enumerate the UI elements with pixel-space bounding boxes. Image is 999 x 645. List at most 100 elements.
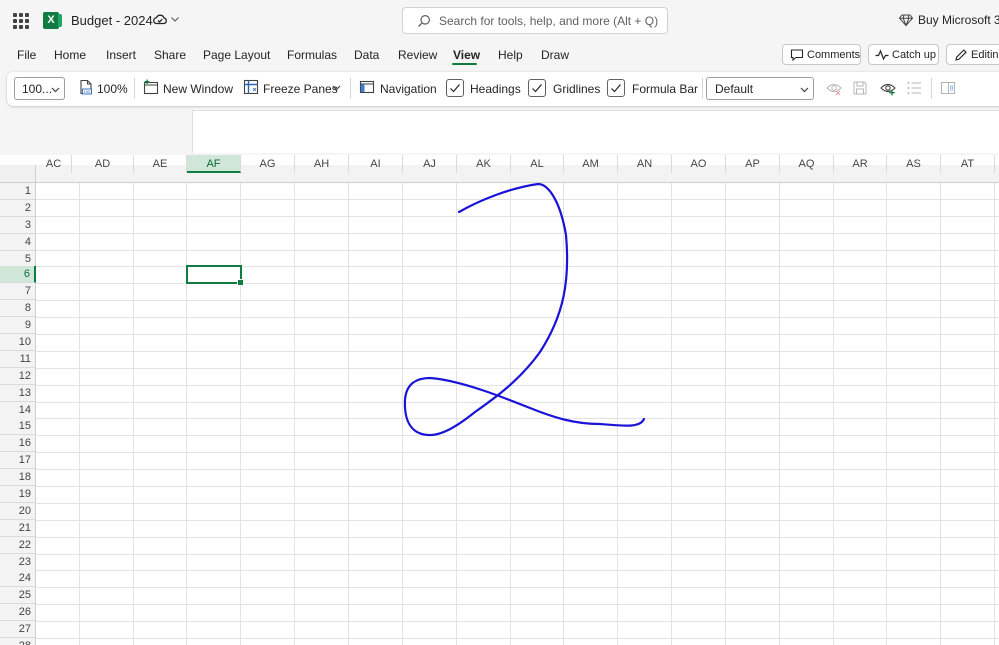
formula-bar-checkbox[interactable] xyxy=(607,79,625,97)
row-header[interactable]: 19 xyxy=(0,486,36,503)
active-tab-indicator xyxy=(452,63,477,65)
row-header[interactable]: 15 xyxy=(0,418,36,435)
autosave-status-icon[interactable] xyxy=(152,12,168,28)
column-header[interactable]: AH xyxy=(295,155,349,173)
catch-up-label: Catch up xyxy=(892,49,937,61)
new-sheet-view-icon[interactable] xyxy=(880,80,896,96)
row-header[interactable]: 20 xyxy=(0,503,36,520)
row-header[interactable]: 21 xyxy=(0,520,36,537)
gridline xyxy=(36,469,999,470)
column-header-selected[interactable]: AF xyxy=(187,155,241,173)
column-header[interactable]: AD xyxy=(72,155,134,173)
comments-button[interactable]: Comments xyxy=(782,44,861,65)
search-box[interactable] xyxy=(402,7,668,34)
column-header[interactable]: AG xyxy=(241,155,295,173)
save-view-icon[interactable] xyxy=(852,80,868,96)
sheet-view-dropdown[interactable]: Default xyxy=(706,77,814,100)
gridline xyxy=(79,183,80,645)
headings-checkbox[interactable] xyxy=(446,79,464,97)
tab-insert[interactable]: Insert xyxy=(106,48,136,62)
ribbon-separator xyxy=(931,78,932,99)
row-header[interactable]: 11 xyxy=(0,351,36,368)
row-header[interactable]: 17 xyxy=(0,452,36,469)
editing-mode-button[interactable]: Editing xyxy=(946,44,999,65)
tab-formulas[interactable]: Formulas xyxy=(287,48,337,62)
freeze-panes-button[interactable]: Freeze Panes xyxy=(263,82,338,96)
gridlines-label[interactable]: Gridlines xyxy=(553,82,600,96)
formula-input-area[interactable] xyxy=(192,110,999,153)
row-header[interactable]: 7 xyxy=(0,283,36,300)
row-header[interactable]: 16 xyxy=(0,435,36,452)
immersive-reader-icon[interactable] xyxy=(940,80,956,96)
row-header-selected[interactable]: 6 xyxy=(0,266,36,283)
column-header[interactable]: AR xyxy=(834,155,887,173)
navigation-button[interactable]: Navigation xyxy=(380,82,437,96)
tab-view[interactable]: View xyxy=(453,48,480,62)
column-header[interactable]: AP xyxy=(726,155,780,173)
tab-data[interactable]: Data xyxy=(354,48,379,62)
active-cell-selection[interactable] xyxy=(186,265,244,286)
row-header[interactable]: 24 xyxy=(0,570,36,587)
row-header[interactable]: 3 xyxy=(0,217,36,234)
gridline xyxy=(36,554,999,555)
row-header[interactable]: 13 xyxy=(0,385,36,402)
row-header[interactable]: 27 xyxy=(0,621,36,638)
column-header[interactable]: AO xyxy=(672,155,726,173)
gridline xyxy=(833,183,834,645)
tab-draw[interactable]: Draw xyxy=(541,48,569,62)
column-header[interactable]: AC xyxy=(36,155,72,173)
tab-review[interactable]: Review xyxy=(398,48,437,62)
select-all-corner[interactable] xyxy=(0,165,36,183)
zoom-dropdown[interactable]: 100... xyxy=(14,77,65,100)
formula-bar-label[interactable]: Formula Bar xyxy=(632,82,698,96)
search-input[interactable] xyxy=(439,12,664,30)
column-header[interactable]: AM xyxy=(564,155,618,173)
column-header[interactable]: AJ xyxy=(403,155,457,173)
column-header[interactable]: AI xyxy=(349,155,403,173)
gridline xyxy=(36,638,999,639)
column-header[interactable]: AT xyxy=(941,155,995,173)
column-header[interactable]: AL xyxy=(511,155,564,173)
row-header[interactable]: 26 xyxy=(0,604,36,621)
gridlines-checkbox[interactable] xyxy=(528,79,546,97)
catch-up-button[interactable]: Catch up xyxy=(868,44,939,65)
app-launcher-icon[interactable] xyxy=(13,13,29,29)
column-header[interactable]: AK xyxy=(457,155,511,173)
tab-home[interactable]: Home xyxy=(54,48,86,62)
tab-share[interactable]: Share xyxy=(154,48,186,62)
row-header[interactable]: 9 xyxy=(0,317,36,334)
column-header[interactable]: AS xyxy=(887,155,941,173)
column-header[interactable]: AE xyxy=(134,155,187,173)
document-title[interactable]: Budget - 2024 xyxy=(71,13,153,28)
row-header[interactable]: 8 xyxy=(0,300,36,317)
row-header[interactable]: 25 xyxy=(0,587,36,604)
row-header[interactable]: 2 xyxy=(0,200,36,217)
zoom-100-icon: 100 xyxy=(80,79,92,95)
tab-file[interactable]: File xyxy=(17,48,36,62)
row-header[interactable]: 10 xyxy=(0,334,36,351)
row-header[interactable]: 18 xyxy=(0,469,36,486)
row-header[interactable]: 28 xyxy=(0,638,36,645)
column-header[interactable]: AQ xyxy=(780,155,834,173)
tab-help[interactable]: Help xyxy=(498,48,523,62)
navigation-pane-icon xyxy=(359,80,375,94)
gridline xyxy=(36,570,999,571)
headings-label[interactable]: Headings xyxy=(470,82,521,96)
new-window-button[interactable]: New Window xyxy=(163,82,233,96)
row-header[interactable]: 14 xyxy=(0,402,36,419)
zoom-100-button[interactable]: 100% xyxy=(97,82,128,96)
chevron-down-icon[interactable] xyxy=(332,83,341,92)
row-header[interactable]: 23 xyxy=(0,554,36,571)
gridline xyxy=(294,183,295,645)
tab-page-layout[interactable]: Page Layout xyxy=(203,48,270,62)
column-header[interactable]: AN xyxy=(618,155,672,173)
sheet-view-options-icon[interactable] xyxy=(906,80,922,96)
row-header[interactable]: 1 xyxy=(0,183,36,200)
row-header[interactable]: 22 xyxy=(0,537,36,554)
spreadsheet-grid[interactable]: AC AD AE AF AG AH AI AJ AK AL AM AN AO A… xyxy=(0,155,999,645)
row-header[interactable]: 4 xyxy=(0,234,36,251)
chevron-down-icon[interactable] xyxy=(170,14,180,24)
buy-microsoft-365-link[interactable]: Buy Microsoft 3 xyxy=(918,13,999,27)
row-header[interactable]: 12 xyxy=(0,368,36,385)
exit-sheet-view-icon[interactable] xyxy=(826,80,842,96)
